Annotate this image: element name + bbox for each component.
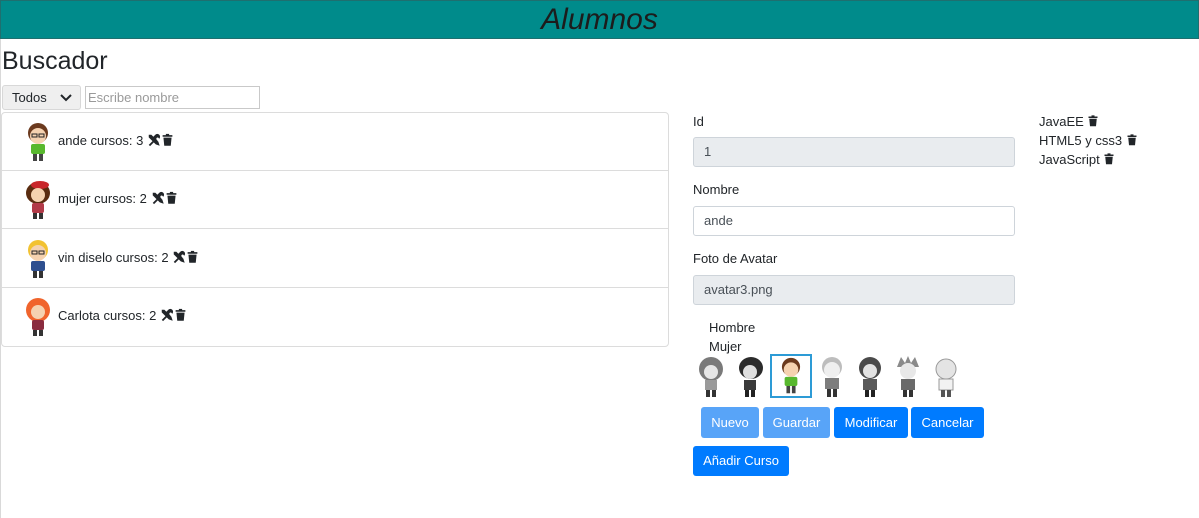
nombre-field[interactable]: ande [693, 206, 1015, 236]
student-name: mujer [58, 191, 91, 206]
avatar-option-6-icon[interactable] [892, 355, 924, 399]
student-info: ande cursos: 3 [58, 133, 174, 149]
student-row[interactable]: mujer cursos: 2 [2, 171, 668, 229]
modificar-button[interactable]: Modificar [834, 407, 908, 438]
app-header: Alumnos [0, 0, 1199, 39]
course-list: JavaEE HTML5 y css3 JavaScript [1039, 112, 1138, 169]
girl-orange-hair-avatar-icon [26, 298, 50, 336]
buscador-title: Buscador [2, 47, 108, 75]
avatar-option-4-icon[interactable] [816, 355, 848, 399]
student-row[interactable]: ande cursos: 3 [2, 113, 668, 171]
courses-label: cursos: [103, 308, 146, 323]
edit-tools-icon[interactable] [160, 308, 174, 322]
courses-count: 2 [161, 250, 169, 265]
course-item: JavaScript [1039, 150, 1138, 169]
student-info: mujer cursos: 2 [58, 191, 178, 207]
trash-icon[interactable] [1103, 152, 1115, 166]
trash-icon[interactable] [165, 191, 178, 205]
course-item: JavaEE [1039, 112, 1138, 131]
avatar-option-2-icon[interactable] [734, 355, 766, 399]
avatar-option-3-selected[interactable] [770, 354, 812, 398]
boy-blonde-avatar-icon [28, 240, 48, 278]
student-name: ande [58, 133, 87, 148]
student-info: Carlota cursos: 2 [58, 308, 187, 324]
trash-icon[interactable] [161, 133, 174, 147]
course-name: JavaScript [1039, 152, 1100, 167]
trash-icon[interactable] [174, 308, 187, 322]
avatar-option-7-icon[interactable] [930, 355, 962, 399]
courses-count: 2 [149, 308, 157, 323]
id-field[interactable]: 1 [693, 137, 1015, 167]
foto-label: Foto de Avatar [693, 251, 778, 266]
avatar-option-5-icon[interactable] [854, 355, 886, 399]
student-row[interactable]: vin diselo cursos: 2 [2, 230, 668, 288]
course-name: HTML5 y css3 [1039, 133, 1123, 148]
edit-tools-icon[interactable] [172, 250, 186, 264]
courses-label: cursos: [90, 133, 133, 148]
boy-brown-hair-green-shirt-avatar-icon [781, 357, 801, 394]
course-item: HTML5 y css3 [1039, 131, 1138, 150]
edit-tools-icon[interactable] [151, 191, 165, 205]
edit-tools-icon[interactable] [147, 133, 161, 147]
courses-count: 3 [136, 133, 144, 148]
gender-option-hombre[interactable]: Hombre [709, 320, 755, 335]
nuevo-button[interactable]: Nuevo [701, 407, 759, 438]
trash-icon[interactable] [186, 250, 199, 264]
courses-label: cursos: [115, 250, 158, 265]
student-info: vin diselo cursos: 2 [58, 250, 199, 266]
search-input[interactable] [85, 86, 260, 109]
gender-option-mujer[interactable]: Mujer [709, 339, 742, 354]
student-name: vin diselo [58, 250, 113, 265]
trash-icon[interactable] [1126, 133, 1138, 147]
student-name: Carlota [58, 308, 100, 323]
id-label: Id [693, 114, 704, 129]
foto-field[interactable]: avatar3.png [693, 275, 1015, 305]
nombre-label: Nombre [693, 182, 740, 197]
page-title: Alumnos [541, 3, 658, 36]
girl-red-beret-avatar-icon [26, 181, 50, 219]
cancelar-button[interactable]: Cancelar [911, 407, 984, 438]
courses-count: 2 [139, 191, 147, 206]
boy-brown-hair-green-shirt-avatar-icon [28, 123, 48, 161]
student-list: ande cursos: 3 mujer cursos: 2 vin disel… [1, 112, 669, 347]
filter-select[interactable]: Todos [2, 85, 81, 110]
student-row[interactable]: Carlota cursos: 2 [2, 288, 668, 346]
filter-select-value: Todos [12, 90, 47, 105]
courses-label: cursos: [94, 191, 137, 206]
trash-icon[interactable] [1087, 114, 1099, 128]
avatar-option-1-icon[interactable] [695, 355, 727, 399]
course-name: JavaEE [1039, 114, 1084, 129]
guardar-button[interactable]: Guardar [763, 407, 830, 438]
anadir-curso-button[interactable]: Añadir Curso [693, 446, 789, 476]
